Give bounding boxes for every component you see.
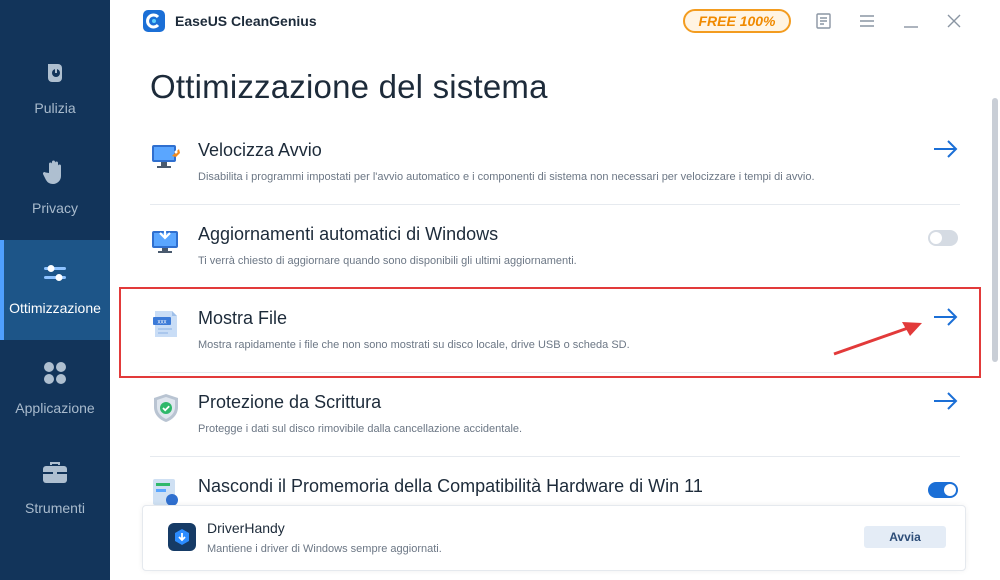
driverhandy-logo-icon (168, 523, 196, 551)
apps-grid-icon (40, 358, 70, 388)
sidebar-item-privacy[interactable]: Privacy (0, 140, 110, 240)
app-title: EaseUS CleanGenius (175, 13, 317, 29)
list-item-velocizza-avvio[interactable]: Velocizza Avvio Disabilita i programmi i… (140, 126, 960, 210)
sidebar-item-strumenti[interactable]: Strumenti (0, 440, 110, 540)
sidebar-item-pulizia[interactable]: Pulizia (0, 40, 110, 140)
list-item-aggiornamenti-automatici: Aggiornamenti automatici di Windows Ti v… (140, 210, 960, 294)
minimize-icon[interactable] (900, 10, 922, 32)
shield-check-icon (150, 392, 182, 424)
arrow-right-icon[interactable] (932, 138, 960, 160)
divider (150, 204, 960, 205)
sidebar-item-label: Privacy (32, 200, 78, 216)
item-description: Protegge i dati sul disco rimovibile dal… (198, 423, 523, 435)
toggle-switch[interactable] (928, 482, 958, 498)
toggle-knob (944, 484, 956, 496)
item-title: Protezione da Scrittura (198, 392, 382, 412)
annotation-arrow-icon (833, 322, 922, 356)
item-description: Disabilita i programmi impostati per l'a… (198, 171, 815, 183)
feedback-icon[interactable] (813, 10, 835, 32)
divider (150, 456, 960, 457)
driverhandy-card: DriverHandy Mantiene i driver di Windows… (142, 505, 966, 571)
item-title: Velocizza Avvio (198, 140, 322, 160)
compatibility-icon (150, 476, 182, 508)
list-item-protezione-scrittura[interactable]: Protezione da Scrittura Protegge i dati … (140, 378, 960, 462)
sidebar-item-label: Ottimizzazione (9, 300, 101, 316)
sidebar-item-label: Applicazione (15, 400, 95, 416)
page-title: Ottimizzazione del sistema (150, 68, 548, 105)
monitor-rocket-icon (150, 140, 182, 172)
broom-icon (40, 58, 70, 88)
item-title: Nascondi il Promemoria della Compatibili… (198, 476, 703, 496)
sidebar-item-ottimizzazione[interactable]: Ottimizzazione (0, 240, 110, 340)
sidebar: Pulizia Privacy Ottimizzazione Applicazi… (0, 0, 110, 580)
close-icon[interactable] (943, 10, 965, 32)
item-title: Aggiornamenti automatici di Windows (198, 224, 499, 244)
card-title: DriverHandy (207, 520, 285, 536)
sidebar-item-label: Strumenti (25, 500, 85, 516)
monitor-update-icon (150, 224, 182, 256)
item-description: Ti verrà chiesto di aggiornare quando so… (198, 255, 577, 267)
sidebar-item-applicazione[interactable]: Applicazione (0, 340, 110, 440)
menu-icon[interactable] (856, 10, 878, 32)
hand-icon (40, 158, 70, 188)
toggle-knob (930, 232, 942, 244)
scrollbar-thumb[interactable] (992, 98, 998, 362)
app-logo-icon (143, 10, 165, 32)
title-bar: EaseUS CleanGenius FREE 100% (110, 0, 1000, 42)
toggle-switch[interactable] (928, 230, 958, 246)
free-badge[interactable]: FREE 100% (683, 9, 791, 33)
sliders-icon (40, 258, 70, 288)
arrow-right-icon[interactable] (932, 390, 960, 412)
sidebar-item-label: Pulizia (34, 100, 76, 116)
toolbox-icon (40, 458, 70, 488)
avvia-button[interactable]: Avvia (864, 526, 946, 548)
card-description: Mantiene i driver di Windows sempre aggi… (207, 543, 442, 555)
